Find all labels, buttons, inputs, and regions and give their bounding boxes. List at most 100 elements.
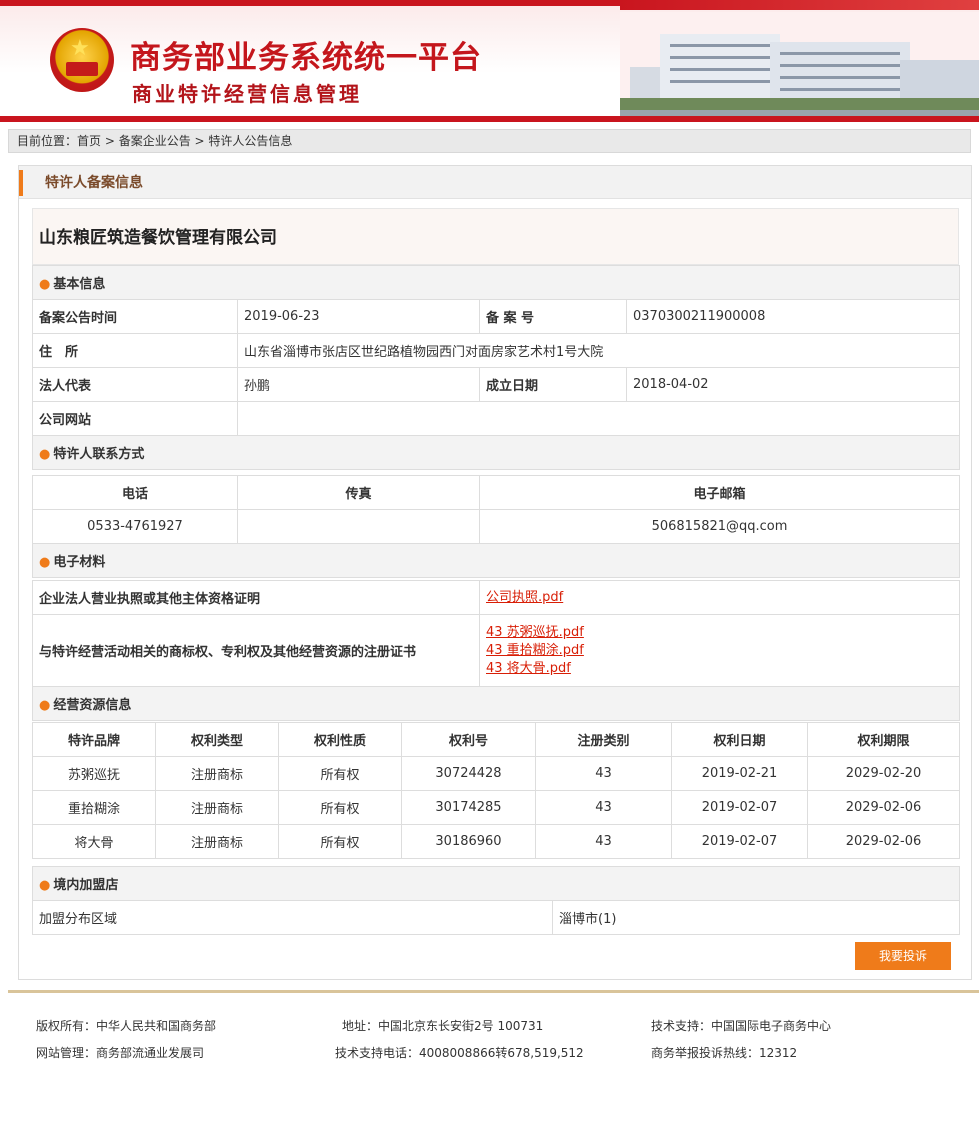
contact-email: 506815821@qq.com <box>479 509 960 544</box>
table-row: 将大骨 注册商标 所有权 30186960 43 2019-02-07 2029… <box>32 824 960 859</box>
founded-date-value: 2018-04-02 <box>625 367 961 402</box>
column-header: 权利性质 <box>278 722 402 757</box>
trademark-file-link[interactable]: 43 将大骨.pdf <box>486 660 953 678</box>
bullet-icon: ● <box>39 277 51 292</box>
table-cell: 注册商标 <box>155 790 279 825</box>
table-cell: 所有权 <box>278 790 402 825</box>
table-cell: 所有权 <box>278 824 402 859</box>
website-label: 公司网站 <box>32 401 238 436</box>
resources-table: 特许品牌 权利类型 权利性质 权利号 注册类别 权利日期 权利期限 苏粥巡抚 注… <box>32 722 960 859</box>
contact-table: 电话 传真 电子邮箱 0533-4761927 506815821@qq.com… <box>32 475 960 578</box>
license-file-cell: 公司执照.pdf <box>479 580 960 615</box>
site-subtitle: 商业特许经营信息管理 <box>132 82 362 106</box>
contact-phone: 0533-4761927 <box>32 509 238 544</box>
table-cell: 苏粥巡抚 <box>32 756 156 791</box>
trademark-file-link[interactable]: 43 苏粥巡抚.pdf <box>486 624 953 642</box>
table-header-row: 特许品牌 权利类型 权利性质 权利号 注册类别 权利日期 权利期限 <box>32 722 960 757</box>
site-header: ★ 商务部业务系统统一平台 商业特许经营信息管理 <box>0 0 979 122</box>
filing-date-label: 备案公告时间 <box>32 299 238 334</box>
breadcrumb: 目前位置：首页 > 备案企业公告 > 特许人公告信息 <box>8 129 971 153</box>
footer-address: 地址：中国北京东长安街2号 100731 <box>342 1019 544 1033</box>
footer-hotline: 商务举报投诉热线：12312 <box>651 1046 798 1060</box>
header-bottom-stripe <box>0 116 979 122</box>
section-header-stores: ● 境内加盟店 <box>31 866 961 901</box>
store-area-label: 加盟分布区域 <box>32 900 553 935</box>
company-name: 山东粮匠筑造餐饮管理有限公司 <box>39 228 277 248</box>
store-area-value: 淄博市(1) <box>551 900 961 935</box>
table-cell: 注册商标 <box>155 756 279 791</box>
table-cell: 2029-02-06 <box>807 824 960 859</box>
table-cell: 30174285 <box>401 790 536 825</box>
section-title: 经营资源信息 <box>53 698 132 713</box>
breadcrumb-prefix: 目前位置： <box>17 134 78 148</box>
column-header: 注册类别 <box>535 722 672 757</box>
bullet-icon: ● <box>39 698 51 713</box>
column-header: 特许品牌 <box>32 722 156 757</box>
legal-rep-value: 孙鹏 <box>237 367 480 402</box>
table-cell: 注册商标 <box>155 824 279 859</box>
table-cell: 将大骨 <box>32 824 156 859</box>
section-title: 境内加盟店 <box>53 878 119 893</box>
breadcrumb-home-link[interactable]: 首页 <box>77 134 101 148</box>
section-title: 基本信息 <box>53 277 106 292</box>
section-header-materials: ● 电子材料 <box>32 543 960 578</box>
complain-button[interactable]: 我要投诉 <box>855 942 951 970</box>
materials-table: 企业法人营业执照或其他主体资格证明 公司执照.pdf 与特许经营活动相关的商标权… <box>32 580 960 721</box>
breadcrumb-section-link[interactable]: 备案企业公告 <box>119 134 191 148</box>
table-cell: 2019-02-07 <box>671 824 808 859</box>
footer-copyright: 版权所有：中华人民共和国商务部 <box>36 1019 217 1033</box>
column-header: 权利日期 <box>671 722 808 757</box>
website-value <box>236 401 961 436</box>
section-title: 电子材料 <box>53 555 106 570</box>
breadcrumb-separator: > <box>101 134 119 148</box>
table-cell: 43 <box>535 790 672 825</box>
panel-title: 特许人备案信息 <box>45 175 143 191</box>
legal-rep-label: 法人代表 <box>32 367 238 402</box>
panel-header: 特许人备案信息 <box>19 166 971 199</box>
contact-fax <box>237 509 480 544</box>
footer-support-phone: 技术支持电话：4008008866转678,519,512 <box>335 1046 584 1060</box>
trademark-files-cell: 43 苏粥巡抚.pdf 43 重拾糊涂.pdf 43 将大骨.pdf <box>479 614 960 687</box>
stores-table: ● 境内加盟店 加盟分布区域 淄博市(1) <box>31 866 961 935</box>
license-file-link[interactable]: 公司执照.pdf <box>486 589 953 607</box>
footer-site-manager: 网站管理：商务部流通业发展司 <box>36 1046 205 1060</box>
header-top-stripe-right <box>620 0 979 10</box>
footer-tech-support: 技术支持：中国国际电子商务中心 <box>651 1019 832 1033</box>
bullet-icon: ● <box>39 878 51 893</box>
table-cell: 43 <box>535 756 672 791</box>
table-row: 苏粥巡抚 注册商标 所有权 30724428 43 2019-02-21 202… <box>32 756 960 791</box>
contact-header-fax: 传真 <box>237 475 480 510</box>
filing-number-label: 备 案 号 <box>479 299 627 334</box>
breadcrumb-current: 特许人公告信息 <box>208 134 293 148</box>
table-cell: 重拾糊涂 <box>32 790 156 825</box>
bullet-icon: ● <box>39 447 51 462</box>
bullet-icon: ● <box>39 555 51 570</box>
table-cell: 所有权 <box>278 756 402 791</box>
filing-date-value: 2019-06-23 <box>237 299 480 334</box>
address-label: 住 所 <box>32 333 238 368</box>
breadcrumb-separator: > <box>190 134 209 148</box>
franchisor-info-panel: 特许人备案信息 山东粮匠筑造餐饮管理有限公司 ● 基本信息 备案公告时间 2019… <box>18 165 972 980</box>
basic-info-table: ● 基本信息 备案公告时间 2019-06-23 备 案 号 0370300211… <box>31 265 961 470</box>
address-value: 山东省淄博市张店区世纪路植物园西门对面房家艺术村1号大院 <box>236 333 961 368</box>
contact-header-email: 电子邮箱 <box>479 475 960 510</box>
section-title: 特许人联系方式 <box>53 447 145 462</box>
founded-date-label: 成立日期 <box>479 367 627 402</box>
table-cell: 2019-02-21 <box>671 756 808 791</box>
table-cell: 30186960 <box>401 824 536 859</box>
section-header-basic: ● 基本信息 <box>31 265 961 300</box>
column-header: 权利类型 <box>155 722 279 757</box>
company-name-box: 山东粮匠筑造餐饮管理有限公司 <box>32 208 959 265</box>
table-cell: 2029-02-06 <box>807 790 960 825</box>
table-cell: 2019-02-07 <box>671 790 808 825</box>
section-header-resources: ● 经营资源信息 <box>32 686 960 721</box>
table-row: 重拾糊涂 注册商标 所有权 30174285 43 2019-02-07 202… <box>32 790 960 825</box>
contact-header-phone: 电话 <box>32 475 238 510</box>
gate-icon <box>66 62 98 76</box>
site-footer: 版权所有：中华人民共和国商务部 地址：中国北京东长安街2号 100731 技术支… <box>0 993 979 1133</box>
column-header: 权利期限 <box>807 722 960 757</box>
trademark-file-link[interactable]: 43 重拾糊涂.pdf <box>486 642 953 660</box>
table-cell: 2029-02-20 <box>807 756 960 791</box>
table-cell: 30724428 <box>401 756 536 791</box>
column-header: 权利号 <box>401 722 536 757</box>
